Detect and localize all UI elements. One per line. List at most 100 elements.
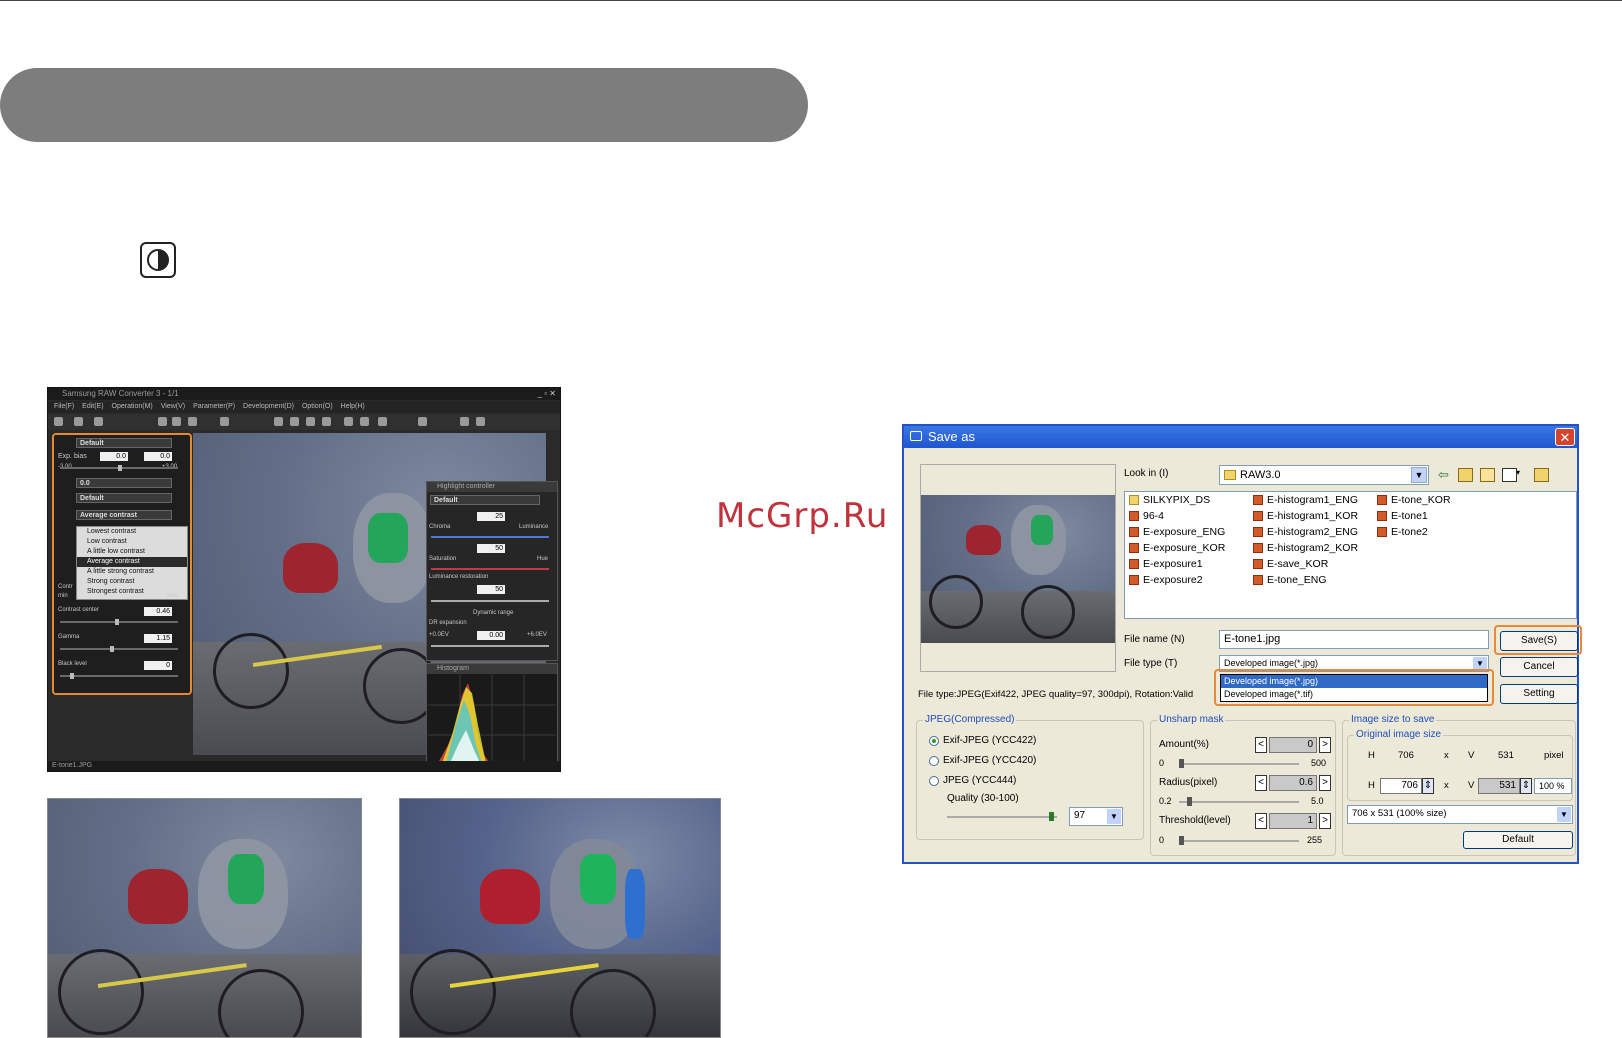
saturation-input[interactable]: 50 bbox=[477, 544, 505, 553]
brush-icon[interactable] bbox=[306, 417, 315, 426]
threshold-increment[interactable]: > bbox=[1319, 813, 1331, 829]
saturation-slider[interactable] bbox=[431, 568, 549, 570]
exp-bias-input[interactable]: 0.0 bbox=[100, 452, 128, 461]
menu-option[interactable]: Option(O) bbox=[302, 403, 333, 410]
chevron-down-icon[interactable]: ▼ bbox=[1107, 809, 1121, 824]
save-icon[interactable] bbox=[94, 417, 103, 426]
new-folder-icon[interactable] bbox=[1480, 468, 1495, 482]
contrast-option[interactable]: A little strong contrast bbox=[77, 567, 187, 577]
file-name-input[interactable]: E-tone1.jpg bbox=[1219, 630, 1489, 649]
text-icon[interactable] bbox=[460, 417, 469, 426]
exp-bias-slider[interactable] bbox=[60, 465, 178, 471]
radio-ycc444[interactable] bbox=[929, 776, 939, 786]
open-icon[interactable] bbox=[54, 417, 63, 426]
dr-input[interactable]: 0.00 bbox=[477, 631, 505, 640]
list-item[interactable]: E-exposure_KOR bbox=[1127, 541, 1225, 555]
cancel-button[interactable]: Cancel bbox=[1500, 657, 1578, 677]
view-icon[interactable] bbox=[172, 417, 181, 426]
gamma-slider[interactable] bbox=[60, 646, 178, 652]
radio-ycc422[interactable] bbox=[929, 736, 939, 746]
new-h-input[interactable]: 706 bbox=[1380, 778, 1422, 794]
contrast-option[interactable]: Strong contrast bbox=[77, 577, 187, 587]
contrast-select[interactable]: Average contrast bbox=[76, 510, 172, 520]
amount-increment[interactable]: > bbox=[1319, 737, 1331, 753]
amount-decrement[interactable]: < bbox=[1255, 737, 1267, 753]
menu-operation[interactable]: Operation(M) bbox=[112, 403, 153, 410]
setting-button[interactable]: Setting bbox=[1500, 684, 1578, 704]
preset-select[interactable]: Default bbox=[76, 438, 172, 448]
menu-help[interactable]: Help(H) bbox=[341, 403, 365, 410]
develop-icon[interactable] bbox=[418, 417, 427, 426]
contrast-option[interactable]: Low contrast bbox=[77, 537, 187, 547]
radius-input[interactable]: 0.6 bbox=[1269, 775, 1317, 791]
picker-icon[interactable] bbox=[290, 417, 299, 426]
list-item[interactable]: E-histogram2_KOR bbox=[1251, 541, 1358, 555]
new-v-spinner[interactable]: ⇕ bbox=[1520, 778, 1532, 794]
list-item[interactable]: E-tone1 bbox=[1375, 509, 1428, 523]
list-item[interactable]: E-histogram1_ENG bbox=[1251, 493, 1358, 507]
contrast-center-input[interactable]: 0.46 bbox=[144, 607, 172, 616]
black-level-slider[interactable] bbox=[60, 673, 178, 679]
rotate-right-icon[interactable] bbox=[360, 417, 369, 426]
tone-preset-select[interactable]: Default bbox=[76, 493, 172, 503]
chevron-down-icon[interactable]: ▼ bbox=[1411, 467, 1427, 483]
list-item[interactable]: E-tone_KOR bbox=[1375, 493, 1451, 507]
list-item[interactable]: E-exposure_ENG bbox=[1127, 525, 1225, 539]
radio-ycc420[interactable] bbox=[929, 756, 939, 766]
grid-icon[interactable] bbox=[158, 417, 167, 426]
list-item[interactable]: E-tone2 bbox=[1375, 525, 1428, 539]
list-item[interactable]: E-exposure1 bbox=[1127, 557, 1203, 571]
menu-file[interactable]: File(F) bbox=[54, 403, 74, 410]
window-controls-icon[interactable]: _ ▫ ✕ bbox=[538, 388, 556, 400]
export-icon[interactable] bbox=[476, 417, 485, 426]
run-icon[interactable] bbox=[322, 417, 331, 426]
menu-view[interactable]: View(V) bbox=[161, 403, 185, 410]
rotate-left-icon[interactable] bbox=[344, 417, 353, 426]
lum-restoration-input[interactable]: 50 bbox=[477, 585, 505, 594]
chroma-input[interactable]: 25 bbox=[477, 512, 505, 521]
list-item[interactable]: SILKYPIX_DS bbox=[1127, 493, 1210, 507]
folder-icon[interactable] bbox=[1534, 468, 1549, 482]
quality-select[interactable]: 97 ▼ bbox=[1069, 807, 1123, 826]
close-button[interactable]: ✕ bbox=[1555, 428, 1575, 446]
contrast-center-slider[interactable] bbox=[60, 619, 178, 625]
up-folder-icon[interactable] bbox=[1458, 468, 1473, 482]
gamma-input[interactable]: 1.15 bbox=[144, 634, 172, 643]
black-level-input[interactable]: 0 bbox=[144, 661, 172, 670]
warning-icon[interactable] bbox=[220, 417, 229, 426]
contrast-option[interactable]: Lowest contrast bbox=[77, 527, 187, 537]
contrast-option-selected[interactable]: Average contrast bbox=[77, 557, 187, 567]
exp-bias-input-2[interactable]: 0.0 bbox=[144, 452, 172, 461]
new-v-input[interactable]: 531 bbox=[1478, 778, 1520, 794]
radius-slider[interactable] bbox=[1179, 797, 1299, 806]
size-select[interactable]: 706 x 531 (100% size) ▼ bbox=[1347, 805, 1573, 824]
new-h-spinner[interactable]: ⇕ bbox=[1422, 778, 1434, 794]
default-button[interactable]: Default bbox=[1463, 831, 1573, 849]
list-item[interactable]: E-histogram1_KOR bbox=[1251, 509, 1358, 523]
split-icon[interactable] bbox=[274, 417, 283, 426]
back-arrow-icon[interactable]: ⇦ bbox=[1438, 467, 1449, 483]
check-icon[interactable] bbox=[378, 417, 387, 426]
threshold-slider[interactable] bbox=[1179, 836, 1299, 845]
chevron-down-icon[interactable]: ▾ bbox=[1516, 468, 1520, 477]
amount-slider[interactable] bbox=[1179, 759, 1299, 768]
chevron-down-icon[interactable]: ▼ bbox=[1557, 807, 1571, 822]
chroma-slider[interactable] bbox=[431, 536, 549, 538]
contrast-option[interactable]: A little low contrast bbox=[77, 547, 187, 557]
list-item[interactable]: 96-4 bbox=[1127, 509, 1164, 523]
radius-increment[interactable]: > bbox=[1319, 775, 1331, 791]
fit-icon[interactable] bbox=[188, 417, 197, 426]
dr-slider[interactable] bbox=[431, 645, 549, 647]
radius-decrement[interactable]: < bbox=[1255, 775, 1267, 791]
menu-parameter[interactable]: Parameter(P) bbox=[193, 403, 235, 410]
list-item[interactable]: E-exposure2 bbox=[1127, 573, 1203, 587]
percent-input[interactable]: 100 % bbox=[1534, 778, 1572, 794]
menu-development[interactable]: Development(D) bbox=[243, 403, 294, 410]
list-item[interactable]: E-tone_ENG bbox=[1251, 573, 1327, 587]
list-item[interactable]: E-save_KOR bbox=[1251, 557, 1328, 571]
menu-edit[interactable]: Edit(E) bbox=[82, 403, 103, 410]
threshold-decrement[interactable]: < bbox=[1255, 813, 1267, 829]
highlight-preset[interactable]: Default bbox=[430, 495, 540, 505]
quality-slider[interactable] bbox=[947, 812, 1057, 821]
list-item[interactable]: E-histogram2_ENG bbox=[1251, 525, 1358, 539]
